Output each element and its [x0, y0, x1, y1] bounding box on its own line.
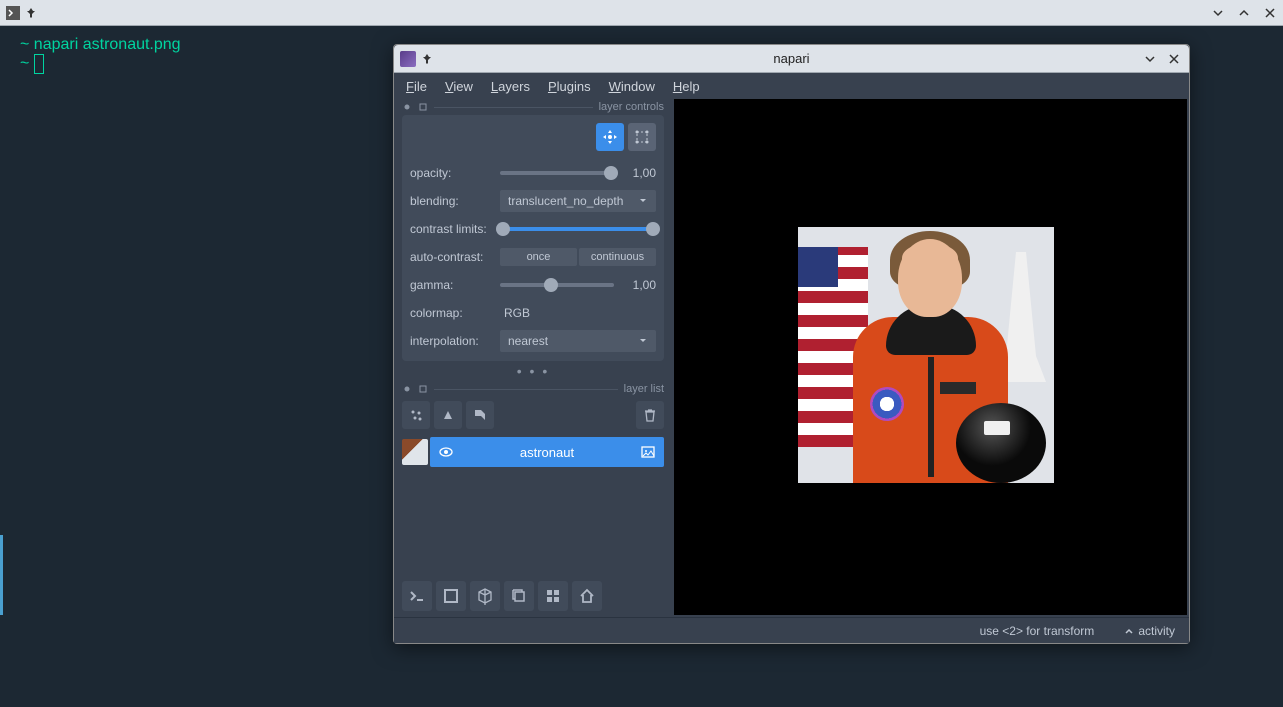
opacity-slider[interactable]	[500, 171, 614, 175]
eye-icon[interactable]	[402, 102, 412, 112]
colormap-value: RGB	[500, 306, 656, 320]
blending-dropdown[interactable]: translucent_no_depth	[500, 190, 656, 212]
home-button[interactable]	[572, 581, 602, 611]
interpolation-value: nearest	[508, 334, 548, 348]
ndisplay-2d-button[interactable]	[436, 581, 466, 611]
layer-list-header: layer list	[402, 383, 664, 395]
terminal-command: napari astronaut.png	[34, 36, 181, 53]
chevron-down-icon	[638, 196, 648, 206]
pin-icon[interactable]	[24, 6, 38, 20]
menu-view[interactable]: View	[445, 79, 473, 94]
delete-layer-button[interactable]	[636, 401, 664, 429]
napari-app-icon	[400, 51, 416, 67]
menu-plugins[interactable]: Plugins	[548, 79, 591, 94]
pin-icon[interactable]	[420, 52, 434, 66]
grid-button[interactable]	[538, 581, 568, 611]
chevron-up-icon	[1124, 626, 1134, 636]
layer-visibility-icon[interactable]	[438, 444, 454, 460]
section-label: layer list	[624, 383, 664, 395]
image-type-icon	[640, 444, 656, 460]
statusbar: use <2> for transform activity	[394, 617, 1189, 643]
popout-icon[interactable]	[418, 384, 428, 394]
contrast-slider[interactable]	[500, 227, 656, 231]
minimize-icon[interactable]	[1211, 6, 1225, 20]
viewer-canvas[interactable]	[674, 99, 1187, 615]
transform-tool[interactable]	[628, 123, 656, 151]
new-labels-button[interactable]	[466, 401, 494, 429]
chevron-down-icon	[638, 336, 648, 346]
close-icon[interactable]	[1167, 52, 1181, 66]
napari-window-title: napari	[773, 51, 809, 66]
gamma-slider[interactable]	[500, 283, 614, 287]
layer-thumbnail	[402, 439, 428, 465]
napari-titlebar[interactable]: napari	[394, 45, 1189, 73]
new-shapes-button[interactable]	[434, 401, 462, 429]
gamma-label: gamma:	[410, 278, 492, 292]
autocontrast-continuous-button[interactable]: continuous	[579, 248, 656, 266]
left-panel: layer controls opacity: 1,00	[394, 99, 672, 617]
minimize-icon[interactable]	[1143, 52, 1157, 66]
roll-dims-button[interactable]	[504, 581, 534, 611]
colormap-label: colormap:	[410, 306, 492, 320]
opacity-value: 1,00	[622, 166, 656, 180]
activity-button[interactable]: activity	[1124, 624, 1175, 638]
interpolation-label: interpolation:	[410, 334, 492, 348]
autocontrast-label: auto-contrast:	[410, 250, 492, 264]
terminal-prompt: ~	[20, 36, 29, 53]
terminal-titlebar[interactable]	[0, 0, 1283, 26]
layer-item[interactable]: astronaut	[402, 437, 664, 467]
gamma-value: 1,00	[622, 278, 656, 292]
terminal-prompt: ~	[20, 55, 29, 72]
layer-controls-panel: opacity: 1,00 blending: translucent_no_d…	[402, 115, 664, 361]
pan-zoom-tool[interactable]	[596, 123, 624, 151]
new-points-button[interactable]	[402, 401, 430, 429]
blending-label: blending:	[410, 194, 492, 208]
eye-icon[interactable]	[402, 384, 412, 394]
menu-help[interactable]: Help	[673, 79, 700, 94]
maximize-icon[interactable]	[1237, 6, 1251, 20]
menu-window[interactable]: Window	[609, 79, 655, 94]
ndisplay-3d-button[interactable]	[470, 581, 500, 611]
blending-value: translucent_no_depth	[508, 194, 623, 208]
autocontrast-once-button[interactable]: once	[500, 248, 577, 266]
menu-file[interactable]: File	[406, 79, 427, 94]
napari-window: napari File View Layers Plugins Window H…	[393, 44, 1190, 644]
layer-controls-header: layer controls	[402, 101, 664, 113]
layer-name: astronaut	[462, 445, 632, 460]
activity-label: activity	[1138, 624, 1175, 638]
window-edge-accent	[0, 535, 3, 615]
console-button[interactable]	[402, 581, 432, 611]
terminal-app-icon	[6, 6, 20, 20]
viewer-tools	[402, 581, 664, 617]
menubar: File View Layers Plugins Window Help	[394, 73, 1189, 99]
panel-drag-handle[interactable]: • • •	[402, 361, 664, 381]
terminal-cursor	[34, 54, 44, 74]
interpolation-dropdown[interactable]: nearest	[500, 330, 656, 352]
close-icon[interactable]	[1263, 6, 1277, 20]
section-label: layer controls	[599, 101, 664, 113]
popout-icon[interactable]	[418, 102, 428, 112]
displayed-image	[798, 227, 1054, 483]
contrast-label: contrast limits:	[410, 222, 492, 236]
status-hint: use <2> for transform	[980, 624, 1095, 638]
menu-layers[interactable]: Layers	[491, 79, 530, 94]
opacity-label: opacity:	[410, 166, 492, 180]
